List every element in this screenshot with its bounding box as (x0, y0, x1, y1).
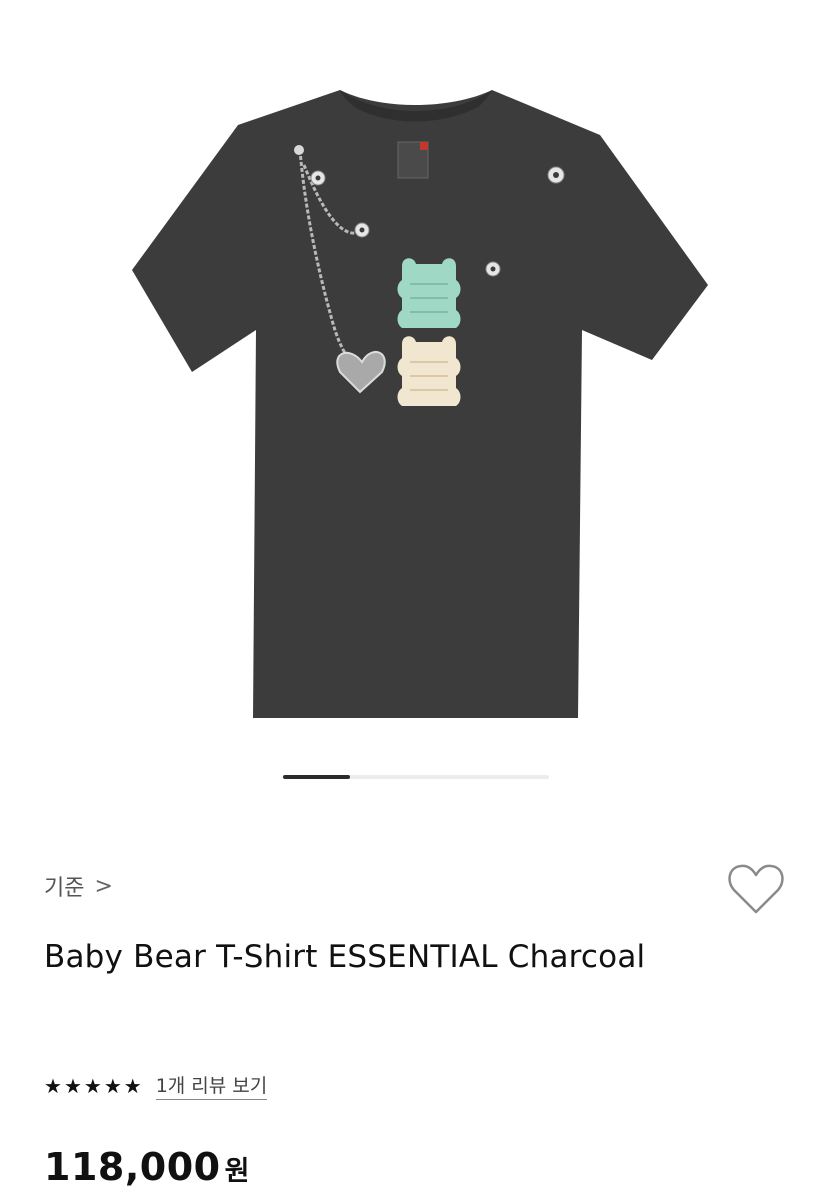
star-filled-icon: ★ (83, 1073, 102, 1098)
wishlist-button[interactable] (726, 860, 786, 918)
brand-name: 기준 (44, 876, 85, 901)
heart-outline-icon (728, 864, 784, 914)
chevron-right-icon: > (94, 873, 113, 899)
star-filled-icon: ★ (63, 1073, 82, 1098)
brand-link[interactable]: 기준 > (44, 870, 113, 902)
product-title: Baby Bear T-Shirt ESSENTIAL Charcoal (44, 939, 646, 975)
rating-row: ★ ★ ★ ★ ★ 1개 리뷰 보기 (44, 1071, 268, 1100)
carousel-progress (283, 775, 549, 779)
product-image-area[interactable] (0, 0, 832, 760)
cream-bear-patch (397, 336, 461, 406)
mint-bear-patch (397, 258, 461, 328)
price: 118,000 원 (44, 1145, 249, 1189)
star-filled-icon: ★ (44, 1073, 62, 1098)
price-unit: 원 (224, 1156, 250, 1187)
rating-stars: ★ ★ ★ ★ ★ (44, 1074, 142, 1098)
star-filled-icon: ★ (123, 1073, 142, 1098)
price-value: 118,000 (44, 1145, 221, 1189)
review-link[interactable]: 1개 리뷰 보기 (155, 1071, 268, 1100)
carousel-progress-fill (283, 775, 350, 779)
product-photo (132, 90, 708, 718)
star-filled-icon: ★ (103, 1073, 122, 1098)
